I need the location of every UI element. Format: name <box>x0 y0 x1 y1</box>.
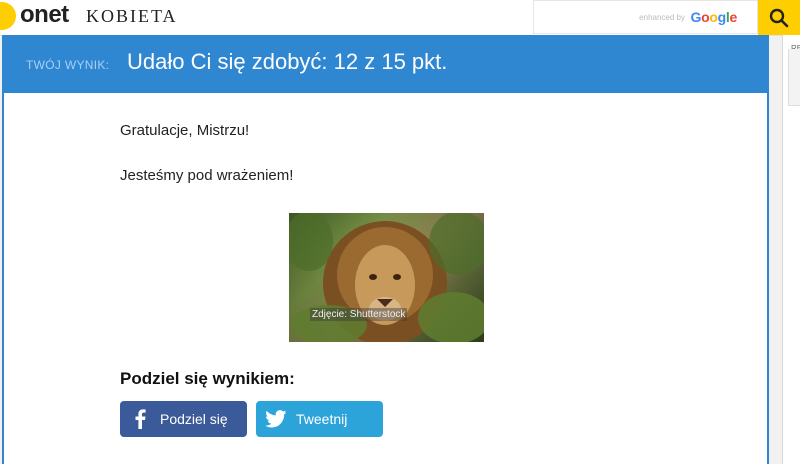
result-label: TWÓJ WYNIK: <box>26 58 110 72</box>
onet-logo-dot[interactable] <box>0 2 16 30</box>
search-icon <box>769 8 789 27</box>
google-label: Google <box>690 9 738 25</box>
facebook-share-label: Podziel się <box>160 411 228 427</box>
facebook-share-button[interactable]: Podziel się <box>120 401 247 437</box>
facebook-icon <box>120 409 160 429</box>
onet-logo[interactable]: onet <box>20 1 69 29</box>
lion-illustration <box>289 213 484 342</box>
result-banner: TWÓJ WYNIK: Udało Ci się zdobyć: 12 z 15… <box>4 35 769 93</box>
lion-photo: Zdjęcie: Shutterstock <box>289 213 484 342</box>
twitter-share-label: Tweetnij <box>296 411 348 427</box>
twitter-share-button[interactable]: Tweetnij <box>256 401 383 437</box>
share-title: Podziel się wynikiem: <box>120 369 295 388</box>
right-sidebar: RE <box>782 35 800 464</box>
top-bar: onet KOBIETA enhanced by Google <box>0 0 800 36</box>
photo-credit: Zdjęcie: Shutterstock <box>310 308 408 321</box>
congrats-text: Gratulacje, Mistrzu! <box>120 122 250 139</box>
impressed-text: Jesteśmy pod wrażeniem! <box>120 167 294 184</box>
enhanced-by-label: enhanced by <box>639 13 685 22</box>
search-input[interactable]: enhanced by Google <box>533 0 758 34</box>
quiz-result-card: TWÓJ WYNIK: Udało Ci się zdobyć: 12 z 15… <box>2 35 769 464</box>
sidebar-strip <box>788 49 800 106</box>
kobieta-logo[interactable]: KOBIETA <box>86 6 178 27</box>
twitter-icon <box>256 410 296 428</box>
score-text: Udało Ci się zdobyć: 12 z 15 pkt. <box>127 49 448 74</box>
search-button[interactable] <box>758 0 800 35</box>
